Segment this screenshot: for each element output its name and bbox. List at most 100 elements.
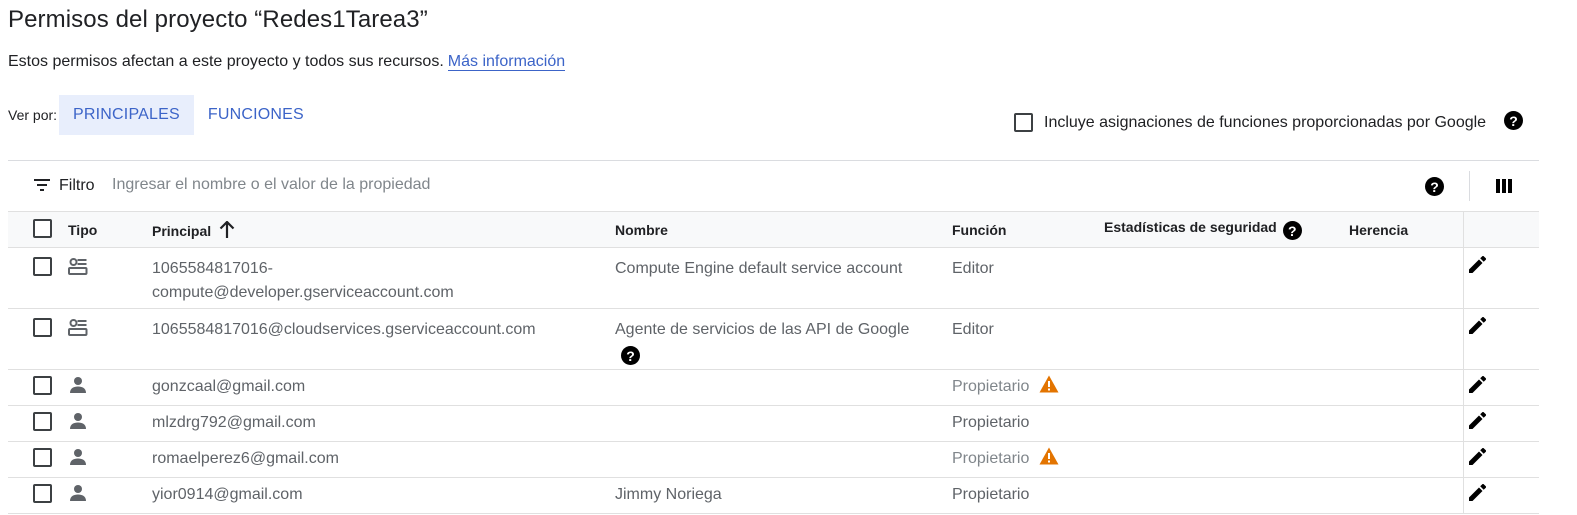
arrow-up-icon[interactable] [219,220,235,239]
role-label: Editor [952,260,994,277]
principal-cell: yior0914@gmail.com [152,477,615,514]
table-row[interactable]: gonzcaal@gmail.com Propietario [8,369,1539,406]
principal-email: 1065584817016@cloudservices.gserviceacco… [152,321,536,338]
inheritance-cell [1349,441,1463,478]
security-cell [1104,477,1349,514]
role-cell: Propietario [952,477,1104,514]
pencil-edit-icon[interactable] [1468,411,1486,434]
help-icon[interactable]: ? [621,346,640,365]
type-cell [68,308,152,370]
google-grants-toggle[interactable]: Incluye asignaciones de funciones propor… [1014,113,1486,132]
row-checkbox[interactable] [33,318,52,337]
page-title: Permisos del proyecto “Redes1Tarea3” [8,6,428,33]
principal-cell: 1065584817016@cloudservices.gserviceacco… [152,308,615,370]
google-grants-checkbox[interactable] [1014,113,1033,132]
person-icon [68,449,88,471]
role-label: Propietario [952,450,1030,467]
role-label: Propietario [952,486,1030,503]
row-select-cell [8,477,68,514]
name-cell [615,369,952,406]
inheritance-cell [1349,477,1463,514]
name-cell: Jimmy Noriega [615,477,952,514]
principal-cell: mlzdrg792@gmail.com [152,405,615,442]
row-checkbox[interactable] [33,257,52,276]
filter-list-icon[interactable] [34,179,50,191]
more-info-link[interactable]: Más información [447,53,566,71]
tab-roles[interactable]: FUNCIONES [194,95,318,135]
table-row[interactable]: mlzdrg792@gmail.com Propietario [8,405,1539,442]
row-checkbox[interactable] [33,412,52,431]
column-header-type[interactable]: Tipo [68,211,152,248]
role-cell: Editor [952,308,1104,370]
principal-cell: gonzcaal@gmail.com [152,369,615,406]
help-icon[interactable]: ? [1425,177,1444,196]
warning-icon[interactable] [1039,447,1059,473]
column-header-inheritance[interactable]: Herencia [1349,211,1463,248]
service-account-icon [68,319,88,341]
principal-email: romaelperez6@gmail.com [152,450,339,467]
column-header-principal[interactable]: Principal [152,211,615,248]
pencil-edit-icon[interactable] [1468,483,1486,506]
principal-email: gonzcaal@gmail.com [152,378,306,395]
name-cell: Compute Engine default service account [615,247,952,309]
view-by-toggle: Ver por: PRINCIPALES FUNCIONES [8,95,318,135]
select-all-cell [8,211,68,248]
role-cell: Editor [952,247,1104,309]
pencil-edit-icon[interactable] [1468,316,1486,339]
security-cell [1104,405,1349,442]
pencil-edit-icon[interactable] [1468,375,1486,398]
table-row[interactable]: romaelperez6@gmail.com Propietario [8,441,1539,478]
column-header-name[interactable]: Nombre [615,211,952,248]
type-cell [68,369,152,406]
filter-input[interactable] [112,176,712,194]
row-checkbox[interactable] [33,484,52,503]
person-icon [68,377,88,399]
type-cell [68,405,152,442]
page-description: Estos permisos afectan a este proyecto y… [8,53,566,71]
select-all-checkbox[interactable] [33,218,52,238]
security-cell [1104,369,1349,406]
table-row[interactable]: 1065584817016- compute@developer.gservic… [8,247,1539,309]
warning-icon[interactable] [1039,375,1059,401]
table-row[interactable]: 1065584817016@cloudservices.gserviceacco… [8,308,1539,370]
column-header-actions [1462,211,1539,248]
type-cell [68,477,152,514]
row-select-cell [8,247,68,309]
pencil-edit-icon[interactable] [1468,255,1486,278]
row-select-cell [8,308,68,370]
role-label: Propietario [952,414,1030,431]
role-cell: Propietario [952,405,1104,442]
edit-cell [1462,247,1539,309]
security-cell [1104,247,1349,309]
security-cell [1104,308,1349,370]
inheritance-cell [1349,369,1463,406]
row-select-cell [8,441,68,478]
column-display-icon[interactable] [1496,179,1512,193]
table-header-row: Tipo Principal Nombre Función Estadístic… [8,211,1539,248]
edit-cell [1462,441,1539,478]
column-header-security-label: Estadísticas de seguridad [1104,218,1277,235]
role-cell: Propietario [952,441,1104,478]
row-checkbox[interactable] [33,376,52,395]
row-checkbox[interactable] [33,448,52,467]
column-header-security[interactable]: Estadísticas de seguridad? [1104,211,1349,248]
person-icon [68,485,88,507]
pencil-edit-icon[interactable] [1468,447,1486,470]
help-icon[interactable]: ? [1282,221,1302,241]
name-cell [615,441,952,478]
filter-label[interactable]: Filtro [59,177,95,195]
role-label: Editor [952,321,994,338]
service-account-icon [68,258,88,280]
name-cell [615,405,952,442]
tab-principals[interactable]: PRINCIPALES [59,95,194,135]
principal-name: Jimmy Noriega [615,486,722,503]
google-grants-label: Incluye asignaciones de funciones propor… [1044,113,1487,131]
help-icon[interactable]: ? [1504,111,1523,130]
type-cell [68,441,152,478]
person-icon [68,413,88,435]
column-header-role[interactable]: Función [952,211,1104,248]
principal-email: yior0914@gmail.com [152,486,303,503]
table-row[interactable]: yior0914@gmail.com Jimmy Noriega Propietar… [8,477,1539,514]
principal-name: Compute Engine default service account [615,260,903,277]
divider [1469,171,1470,201]
